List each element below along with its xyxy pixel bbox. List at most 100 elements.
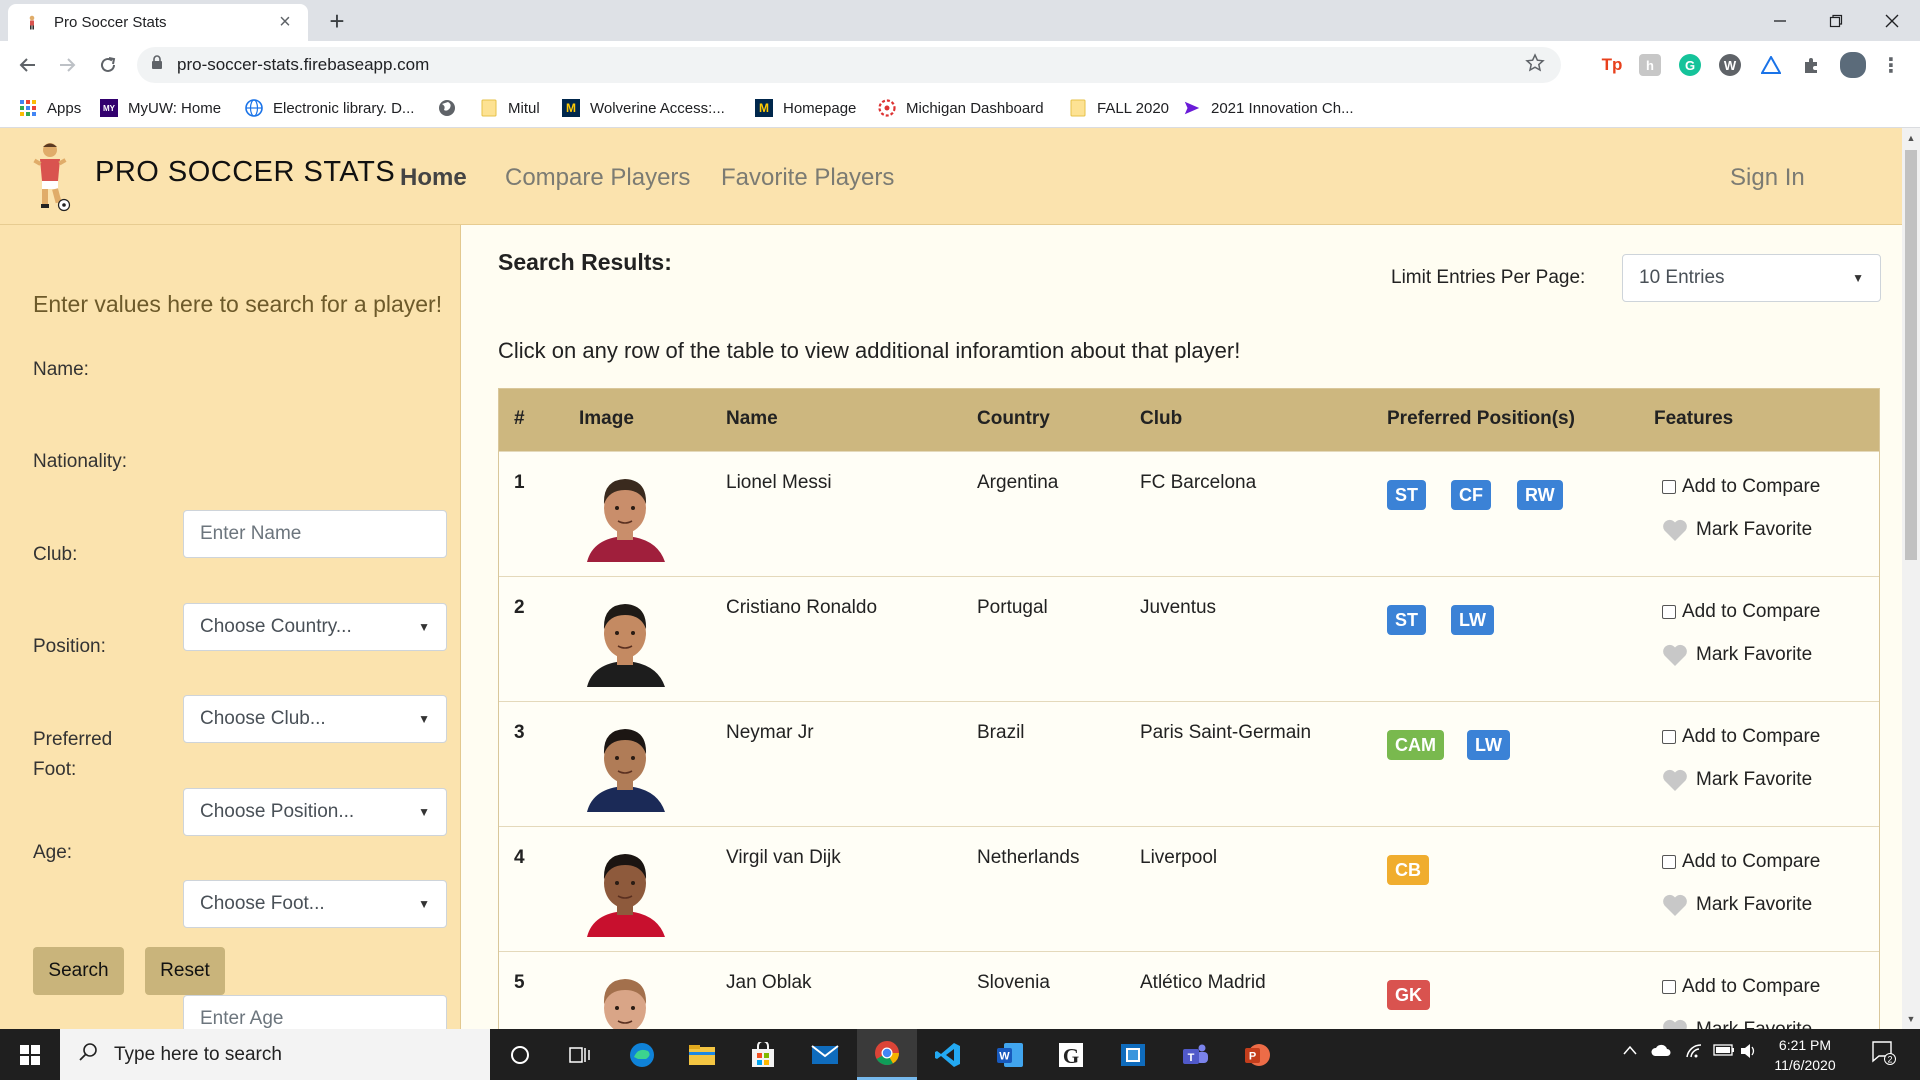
close-window-icon[interactable] bbox=[1864, 0, 1920, 41]
position-badge: LW bbox=[1451, 605, 1494, 635]
file-explorer-icon[interactable] bbox=[672, 1029, 732, 1080]
mark-favorite-button[interactable]: Mark Favorite bbox=[1662, 1018, 1812, 1029]
back-arrow-icon[interactable] bbox=[12, 51, 44, 79]
minimize-icon[interactable] bbox=[1752, 0, 1808, 41]
bookmark-mitul[interactable]: Mitul bbox=[480, 97, 540, 119]
site-brand[interactable]: PRO SOCCER STATS bbox=[95, 156, 395, 189]
mark-favorite-button[interactable]: Mark Favorite bbox=[1662, 768, 1812, 792]
tab-close-icon[interactable]: × bbox=[274, 11, 296, 34]
checkbox-icon[interactable] bbox=[1662, 730, 1676, 744]
reload-icon[interactable] bbox=[92, 51, 124, 79]
column-header-club: Club bbox=[1140, 408, 1183, 429]
word-icon[interactable]: W bbox=[980, 1029, 1040, 1080]
search-button[interactable]: Search bbox=[33, 947, 124, 995]
bookmark-myuw[interactable]: MY MyUW: Home bbox=[100, 97, 221, 119]
club-select[interactable]: Choose Club... ▼ bbox=[183, 695, 447, 743]
soccer-player-logo-icon[interactable] bbox=[28, 141, 72, 213]
volume-icon[interactable] bbox=[1740, 1043, 1758, 1063]
bookmark-homepage[interactable]: M Homepage bbox=[755, 97, 856, 119]
new-tab-icon[interactable]: + bbox=[322, 6, 352, 37]
add-to-compare-checkbox[interactable]: Add to Compare bbox=[1662, 726, 1820, 748]
profile-avatar-icon[interactable] bbox=[1840, 52, 1866, 78]
teams-icon[interactable]: T bbox=[1165, 1029, 1225, 1080]
heart-icon[interactable] bbox=[1662, 643, 1688, 667]
heart-icon[interactable] bbox=[1662, 893, 1688, 917]
grammarly-g-icon[interactable]: G bbox=[1041, 1029, 1101, 1080]
checkbox-icon[interactable] bbox=[1662, 855, 1676, 869]
nav-home-link[interactable]: Home bbox=[400, 164, 467, 192]
grammarly-icon[interactable]: G bbox=[1679, 54, 1701, 76]
table-row[interactable]: 4 Virgil van Dijk Netherlands Liverpool CB Ad… bbox=[499, 826, 1879, 951]
bookmark-world[interactable] bbox=[438, 97, 466, 119]
add-to-compare-checkbox[interactable]: Add to Compare bbox=[1662, 476, 1820, 498]
checkbox-icon[interactable] bbox=[1662, 480, 1676, 494]
chrome-icon[interactable] bbox=[857, 1029, 917, 1080]
bookmark-electronic-library[interactable]: Electronic library. D... bbox=[245, 97, 414, 119]
nav-sign-in-link[interactable]: Sign In bbox=[1730, 164, 1805, 192]
edge-browser-icon[interactable] bbox=[612, 1029, 672, 1080]
vscode-icon[interactable] bbox=[918, 1029, 978, 1080]
heart-icon[interactable] bbox=[1662, 768, 1688, 792]
mark-favorite-button[interactable]: Mark Favorite bbox=[1662, 643, 1812, 667]
mail-icon[interactable] bbox=[795, 1029, 855, 1080]
browser-tab[interactable]: Pro Soccer Stats × bbox=[8, 4, 308, 41]
chrome-menu-icon[interactable]: ⋮ bbox=[1880, 54, 1902, 77]
checkbox-icon[interactable] bbox=[1662, 980, 1676, 994]
reset-button[interactable]: Reset bbox=[145, 947, 225, 995]
table-row[interactable]: 1 Lionel Messi Argentina FC Barcelona ST CF RW… bbox=[499, 451, 1879, 576]
position-select[interactable]: Choose Position... ▼ bbox=[183, 788, 447, 836]
windows-start-icon[interactable] bbox=[0, 1029, 60, 1080]
taskbar-search-box[interactable]: Type here to search bbox=[60, 1029, 490, 1080]
address-bar[interactable]: pro-soccer-stats.firebaseapp.com bbox=[137, 47, 1561, 83]
restore-icon[interactable] bbox=[1808, 0, 1864, 41]
page-scrollbar[interactable]: ▲ ▼ bbox=[1902, 128, 1920, 1029]
table-row[interactable]: 5 Jan Oblak Slovenia Atlético Madrid GK Add t… bbox=[499, 951, 1879, 1029]
onedrive-cloud-icon[interactable] bbox=[1650, 1043, 1672, 1061]
bookmark-innovation-challenge[interactable]: 2021 Innovation Ch... bbox=[1183, 97, 1354, 119]
table-row[interactable]: 2 Cristiano Ronaldo Portugal Juventus ST LW Ad… bbox=[499, 576, 1879, 701]
scroll-down-icon[interactable]: ▼ bbox=[1902, 1011, 1920, 1027]
heart-icon[interactable] bbox=[1662, 518, 1688, 542]
battery-icon[interactable] bbox=[1713, 1043, 1735, 1061]
name-input[interactable]: Enter Name bbox=[183, 510, 447, 558]
wordpress-icon[interactable]: W bbox=[1719, 54, 1741, 76]
powerpoint-icon[interactable]: P bbox=[1227, 1029, 1287, 1080]
age-input[interactable]: Enter Age bbox=[183, 995, 447, 1029]
forward-arrow-icon[interactable] bbox=[51, 51, 83, 79]
table-row[interactable]: 3 Neymar Jr Brazil Paris Saint-Germain CAM LW… bbox=[499, 701, 1879, 826]
preferred-foot-select[interactable]: Choose Foot... ▼ bbox=[183, 880, 447, 928]
extension-grey-icon[interactable]: h bbox=[1639, 54, 1661, 76]
drive-triangle-icon[interactable] bbox=[1760, 54, 1782, 76]
scroll-up-icon[interactable]: ▲ bbox=[1902, 130, 1920, 146]
add-to-compare-checkbox[interactable]: Add to Compare bbox=[1662, 851, 1820, 873]
microsoft-store-icon[interactable] bbox=[733, 1029, 793, 1080]
row-number: 2 bbox=[514, 597, 525, 618]
notification-center-icon[interactable]: 2 bbox=[1870, 1039, 1896, 1069]
checkbox-icon[interactable] bbox=[1662, 605, 1676, 619]
cortana-icon[interactable] bbox=[490, 1029, 550, 1080]
task-view-icon[interactable] bbox=[550, 1029, 610, 1080]
bookmark-michigan-dashboard[interactable]: Michigan Dashboard bbox=[878, 97, 1044, 119]
nav-compare-players-link[interactable]: Compare Players bbox=[505, 164, 690, 192]
bookmark-apps[interactable]: Apps bbox=[19, 97, 81, 119]
mark-favorite-button[interactable]: Mark Favorite bbox=[1662, 518, 1812, 542]
wifi-icon[interactable] bbox=[1685, 1043, 1705, 1063]
limit-entries-select[interactable]: 10 Entries ▼ bbox=[1622, 254, 1881, 302]
puzzle-extensions-icon[interactable] bbox=[1800, 54, 1822, 76]
scroll-thumb[interactable] bbox=[1905, 150, 1917, 560]
extension-tp-icon[interactable]: Tp bbox=[1601, 54, 1623, 76]
add-to-compare-checkbox[interactable]: Add to Compare bbox=[1662, 601, 1820, 623]
system-clock[interactable]: 6:21 PM 11/6/2020 bbox=[1760, 1035, 1850, 1075]
lock-icon[interactable] bbox=[151, 55, 163, 75]
nav-favorite-players-link[interactable]: Favorite Players bbox=[721, 164, 894, 192]
player-photo bbox=[579, 718, 671, 812]
heart-icon[interactable] bbox=[1662, 1018, 1688, 1029]
nationality-select[interactable]: Choose Country... ▼ bbox=[183, 603, 447, 651]
bookmark-star-icon[interactable] bbox=[1525, 52, 1545, 78]
mark-favorite-button[interactable]: Mark Favorite bbox=[1662, 893, 1812, 917]
bookmark-fall-2020[interactable]: FALL 2020 bbox=[1069, 97, 1169, 119]
add-to-compare-checkbox[interactable]: Add to Compare bbox=[1662, 976, 1820, 998]
tablet-app-icon[interactable] bbox=[1103, 1029, 1163, 1080]
show-hidden-icons-icon[interactable] bbox=[1622, 1043, 1638, 1060]
bookmark-wolverine-access[interactable]: M Wolverine Access:... bbox=[562, 97, 725, 119]
